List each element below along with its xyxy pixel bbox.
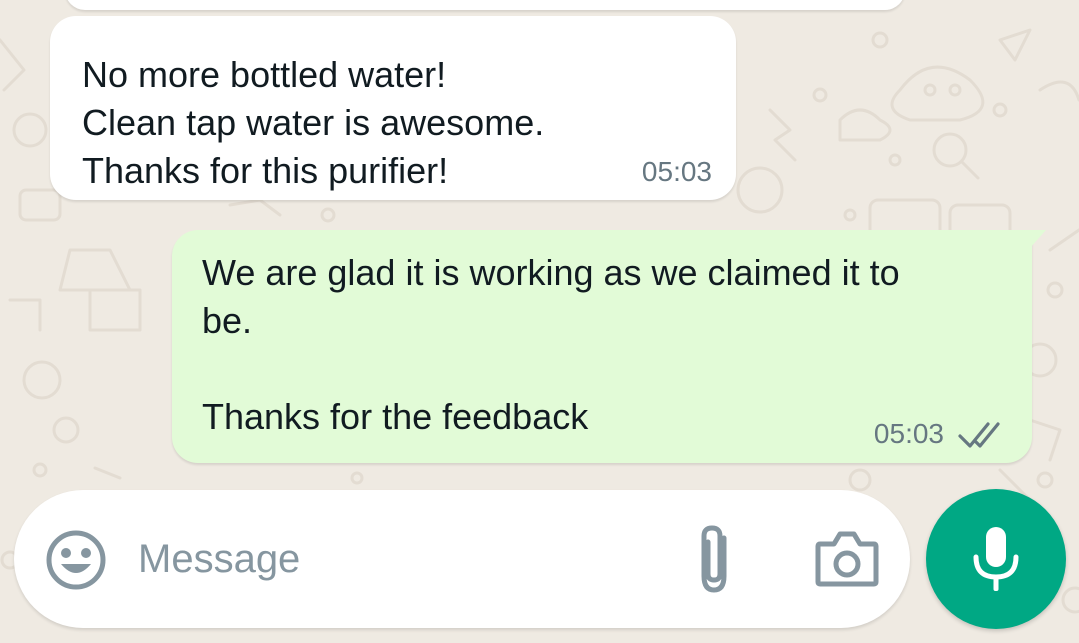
microphone-icon xyxy=(973,527,1019,591)
message-text-line: No more bottled water! xyxy=(82,54,447,95)
voice-record-button[interactable] xyxy=(926,489,1066,629)
incoming-message-bubble[interactable]: No more bottled water! Clean tap water i… xyxy=(50,16,736,200)
message-input[interactable] xyxy=(138,520,658,598)
camera-icon[interactable] xyxy=(814,530,880,588)
message-text-line: Thanks for this purifier! xyxy=(82,150,449,191)
message-text-line: We are glad it is working as we claimed … xyxy=(202,252,900,293)
message-text-line: Clean tap water is awesome. xyxy=(82,102,545,143)
message-text-line: Thanks for the feedback xyxy=(202,396,589,437)
paperclip-icon[interactable] xyxy=(690,522,738,596)
emoji-icon[interactable] xyxy=(44,528,108,592)
message-timestamp: 05:03 xyxy=(641,156,712,187)
message-text-line: be. xyxy=(202,300,253,341)
previous-message-bubble xyxy=(65,0,905,10)
message-timestamp: 05:03 xyxy=(873,418,944,449)
double-check-icon xyxy=(958,422,1000,448)
bubble-tail xyxy=(1030,230,1046,248)
outgoing-message-bubble[interactable]: We are glad it is working as we claimed … xyxy=(172,230,1046,463)
message-composer xyxy=(14,490,910,628)
